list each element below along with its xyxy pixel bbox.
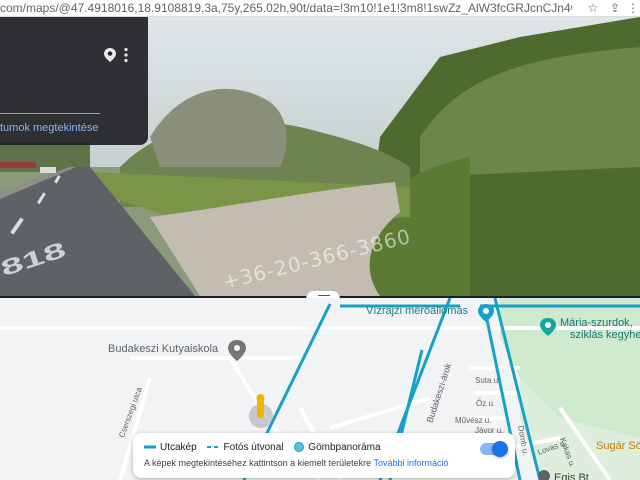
streetview-line-icon (144, 445, 156, 449)
parked-cars (0, 162, 36, 168)
more-info-link[interactable]: További információ (373, 458, 448, 468)
street-suta: Suta u. (475, 376, 501, 385)
legend-streetview: Utcakép (144, 442, 197, 453)
egis-label[interactable]: Egis Bt (554, 472, 589, 480)
legend-panorama: Gömbpanoráma (294, 442, 381, 453)
bookmark-star-icon[interactable]: ☆ (586, 1, 600, 15)
kutyaiskola-label[interactable]: Budakeszi Kutyaiskola (108, 343, 218, 355)
maria-label-2[interactable]: sziklás kegyhel (570, 329, 640, 341)
photo-path-line-icon (207, 446, 219, 449)
vizrajzi-label[interactable]: Vízrajzi mérőállomás (366, 305, 468, 317)
legend-note: A képek megtekintéséhez kattintson a kie… (144, 458, 449, 468)
legend-photo-path: Fotós útvonal (207, 442, 284, 453)
coverage-legend: Utcakép Fotós útvonal Gömbpanoráma A kép… (133, 433, 515, 478)
panorama-dot-icon (294, 442, 305, 453)
location-card: tumok megtekintése (0, 17, 148, 145)
history-link[interactable]: tumok megtekintése (0, 122, 98, 134)
share-icon[interactable]: ⇪ (608, 1, 622, 15)
url-text[interactable]: com/maps/@47.4918016,18.9108819,3a,75y,2… (0, 1, 572, 15)
street-muvesz: Művész u. (455, 416, 492, 425)
card-divider (0, 113, 100, 114)
maria-label[interactable]: Mária-szurdok, (560, 317, 633, 329)
coverage-toggle[interactable] (480, 441, 508, 457)
street-oz: Őz u. (476, 399, 496, 408)
more-options-icon[interactable] (123, 47, 129, 63)
address-bar[interactable]: com/maps/@47.4918016,18.9108819,3a,75y,2… (0, 0, 640, 17)
more-icon[interactable]: ⋮ (626, 1, 640, 15)
location-pin-icon[interactable] (104, 48, 116, 62)
sugar-label[interactable]: Sugár Sö (596, 440, 640, 452)
